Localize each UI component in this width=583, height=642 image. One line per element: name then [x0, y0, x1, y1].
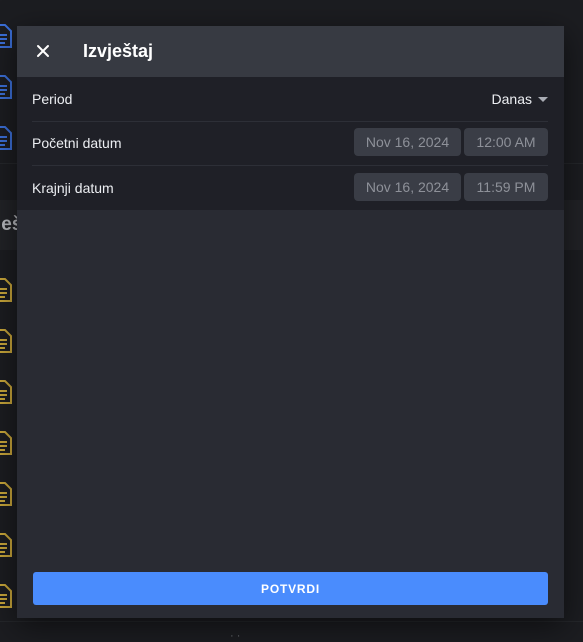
period-select[interactable]: Danas	[492, 90, 548, 108]
document-icon	[0, 24, 12, 48]
background-text: · ·	[230, 630, 241, 642]
report-dialog: Izvještaj Period Danas Početni datum Nov…	[17, 26, 564, 618]
start-time-field[interactable]: 12:00 AM	[464, 128, 548, 156]
end-date-label: Krajnji datum	[32, 180, 114, 196]
document-icon	[0, 278, 12, 302]
start-date-field[interactable]: Nov 16, 2024	[354, 128, 461, 156]
start-date-row: Početni datum Nov 16, 2024 12:00 AM	[32, 121, 548, 166]
document-icon	[0, 380, 12, 404]
confirm-button[interactable]: POTVRDI	[33, 572, 548, 605]
end-date-field[interactable]: Nov 16, 2024	[354, 173, 461, 201]
caret-down-icon	[538, 96, 548, 102]
document-icon	[0, 126, 12, 150]
report-form: Period Danas Početni datum Nov 16, 2024 …	[17, 77, 564, 210]
close-button[interactable]	[31, 39, 55, 63]
start-date-label: Početni datum	[32, 135, 122, 151]
period-label: Period	[32, 91, 73, 107]
document-icon	[0, 482, 12, 506]
dialog-title: Izvještaj	[83, 41, 154, 61]
end-time-field[interactable]: 11:59 PM	[464, 173, 548, 201]
document-icon	[0, 329, 12, 353]
period-row: Period Danas	[32, 77, 548, 122]
dialog-header: Izvještaj	[17, 26, 564, 77]
period-value: Danas	[491, 91, 532, 107]
document-icon	[0, 75, 12, 99]
document-icon	[0, 431, 12, 455]
close-icon	[31, 39, 55, 63]
document-icon	[0, 584, 12, 608]
document-icon	[0, 533, 12, 557]
end-date-row: Krajnji datum Nov 16, 2024 11:59 PM	[32, 166, 548, 210]
